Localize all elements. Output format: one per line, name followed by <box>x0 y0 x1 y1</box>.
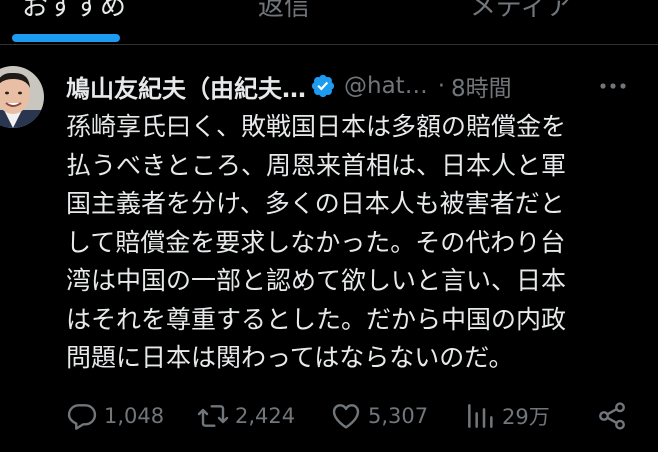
tweet-header: 鳩山友紀夫（由紀夫… @hat… · 8時間 <box>66 66 646 106</box>
tweet-text: 孫崎享氏曰く、敗戦国日本は多額の賠償金を 払うべきところ、周恩来首相は、日本人と… <box>66 108 636 378</box>
tab-divider <box>0 44 658 45</box>
reply-icon <box>67 404 97 430</box>
avatar-photo <box>0 66 44 128</box>
tweet-text-line: 払うべきところ、周恩来首相は、日本人と軍 <box>66 150 567 180</box>
tweet-timestamp[interactable]: 8時間 <box>451 69 512 103</box>
author-display-name[interactable]: 鳩山友紀夫（由紀夫… <box>66 69 306 104</box>
repost-count: 2,424 <box>235 404 296 428</box>
tweet-text-line: 孫崎享氏曰く、敗戦国日本は多額の賠償金を <box>66 112 567 141</box>
tweet-text-line: 国主義者を分け、多くの日本人も被害者だと <box>66 189 565 218</box>
reply-count: 1,048 <box>104 404 165 428</box>
author-handle[interactable]: @hat… <box>344 73 428 99</box>
separator-dot: · <box>437 73 446 99</box>
active-tab-indicator <box>12 34 120 42</box>
share-button[interactable] <box>596 394 628 438</box>
repost-icon <box>197 405 229 427</box>
share-icon <box>599 402 625 430</box>
like-button[interactable]: 5,307 <box>330 394 428 438</box>
tweet-text-line: 問題に日本は関わってはならないのだ。 <box>66 343 514 372</box>
more-options-icon[interactable] <box>598 74 628 98</box>
tab-replies[interactable]: 返信 <box>258 0 310 23</box>
views-icon <box>468 404 493 428</box>
heart-icon <box>332 404 360 429</box>
tweet-text-line: はそれを尊重するとした。だから中国の内政 <box>66 304 567 334</box>
tab-posts[interactable]: おすすめ <box>22 0 126 23</box>
tweet-action-bar: 1,048 2,424 5,307 29万 <box>66 394 636 438</box>
tab-media[interactable]: メディア <box>470 0 572 23</box>
profile-tabs: おすすめ 返信 メディア <box>0 0 658 44</box>
reply-button[interactable]: 1,048 <box>66 394 164 438</box>
like-count: 5,307 <box>368 404 429 428</box>
tweet-text-line: して賠償金を要求しなかった。その代わり台 <box>66 227 566 257</box>
avatar[interactable] <box>0 66 44 128</box>
tweet-text-line: 湾は中国の一部と認めて欲しいと言い、日本 <box>66 266 567 295</box>
views-button[interactable]: 29万 <box>464 394 550 438</box>
views-count: 29万 <box>502 405 550 429</box>
repost-button[interactable]: 2,424 <box>197 394 295 438</box>
verified-badge-icon[interactable] <box>310 73 336 99</box>
